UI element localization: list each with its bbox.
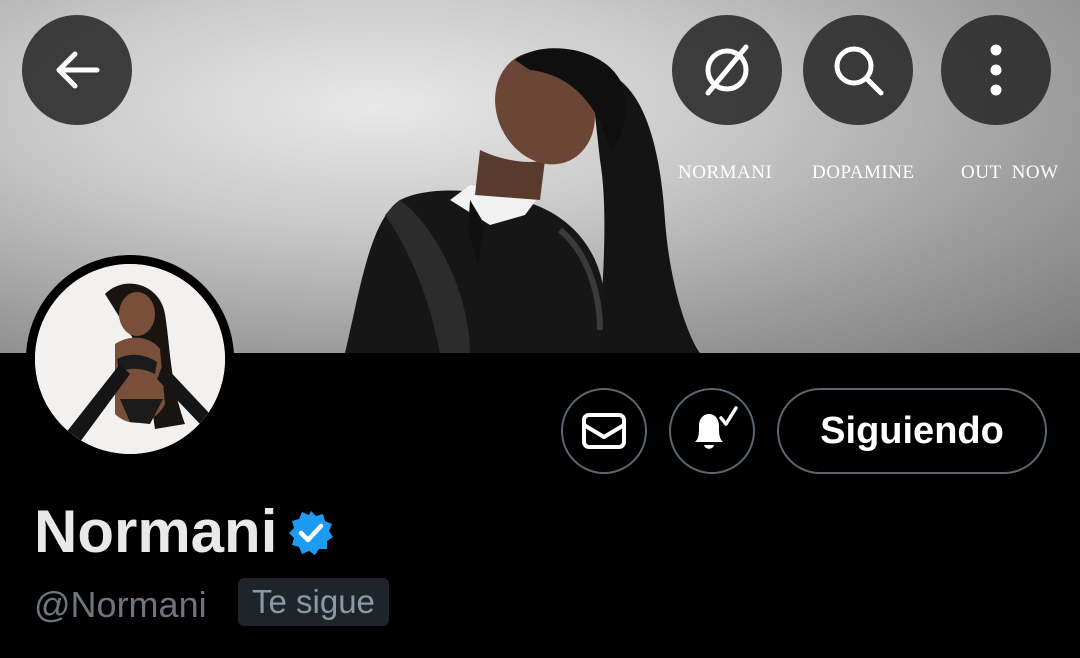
verified-badge-icon (289, 511, 333, 555)
arrow-left-icon (56, 51, 100, 89)
search-icon (834, 46, 884, 96)
banner-text-normani: NORMANI (678, 162, 773, 183)
avatar-photo (35, 264, 225, 454)
more-vertical-icon (990, 44, 1002, 96)
more-button[interactable] (941, 15, 1051, 125)
banner-text-dopamine: DOPAMINE (812, 162, 915, 183)
follows-you-badge: Te sigue (238, 578, 389, 626)
following-button[interactable]: Siguiendo (777, 388, 1047, 474)
translate-button[interactable] (672, 15, 782, 125)
profile-page: NORMANI DOPAMINE OUT NOW Siguiendo Norma… (0, 0, 1080, 658)
banner-text-out-now: OUT NOW (961, 162, 1059, 183)
search-button[interactable] (803, 15, 913, 125)
message-button[interactable] (561, 388, 647, 474)
notifications-button[interactable] (669, 388, 755, 474)
envelope-icon (582, 413, 626, 449)
profile-avatar[interactable] (26, 255, 234, 463)
back-button[interactable] (22, 15, 132, 125)
no-circle-icon (705, 44, 749, 96)
bell-check-icon (695, 406, 738, 449)
profile-handle: @Normani (34, 584, 207, 625)
profile-name: Normani (34, 498, 278, 565)
